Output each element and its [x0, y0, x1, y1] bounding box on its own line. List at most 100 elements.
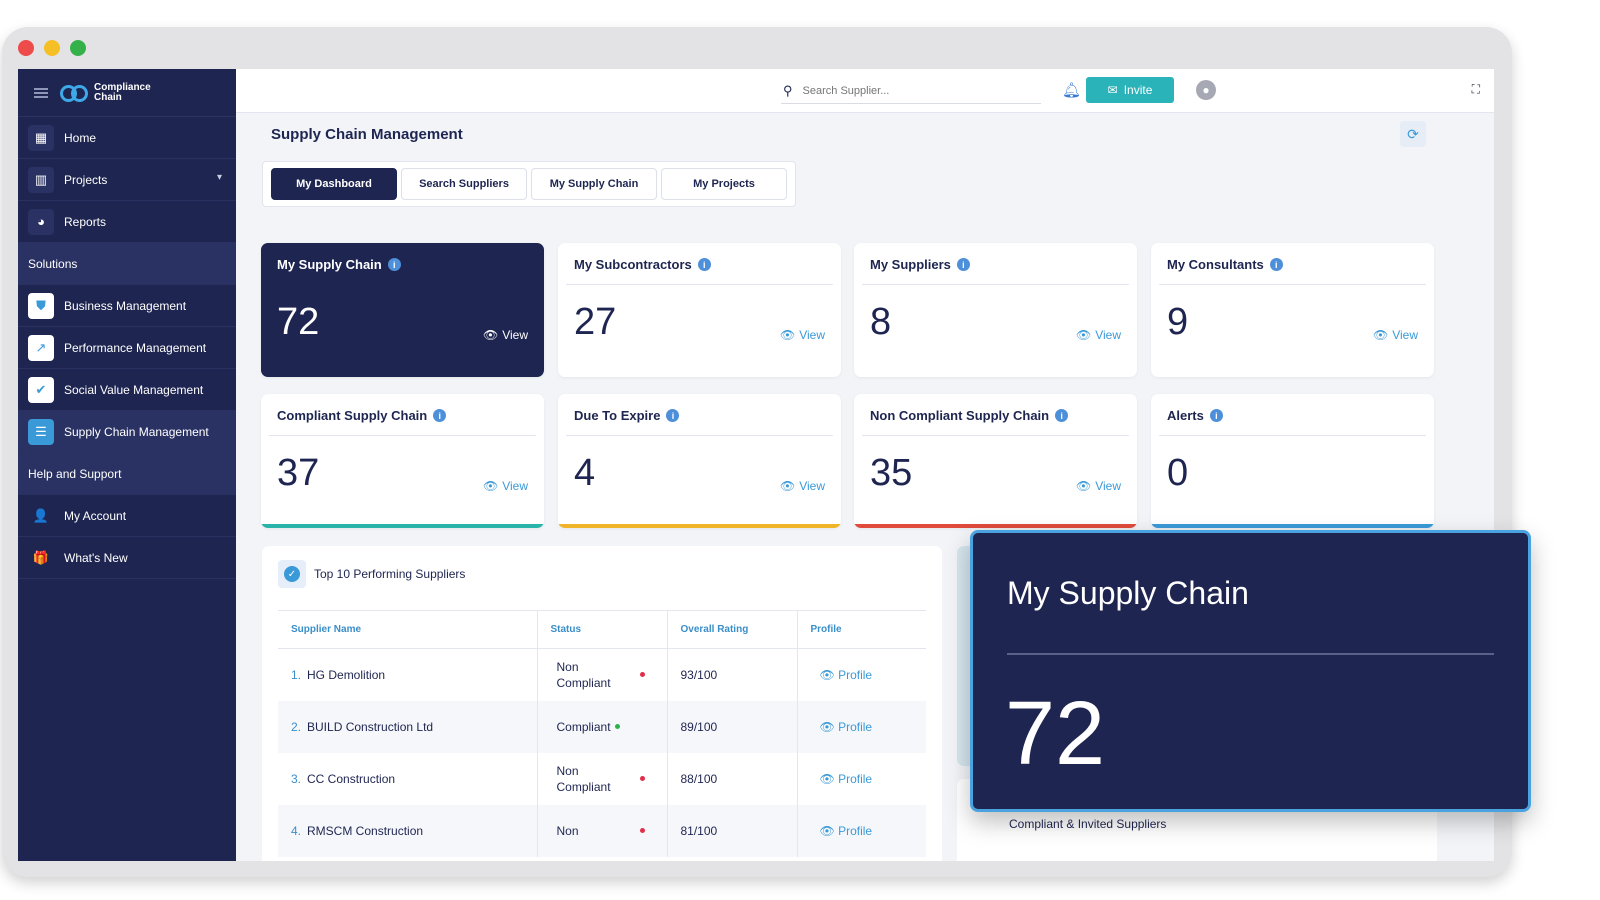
supplier-name-cell: 1. HG Demolition — [278, 648, 538, 701]
view-link[interactable]: 👁︎ View — [483, 328, 528, 342]
status-cell: Non Compliant — [537, 752, 668, 805]
callout-title: My Supply Chain — [1007, 575, 1249, 611]
card-value: 8 — [870, 301, 892, 343]
mail-icon: ✉ — [1107, 83, 1118, 97]
card-divider — [566, 284, 833, 285]
eye-icon: 👁︎ — [1372, 328, 1389, 342]
sidebar-item-projects[interactable]: ▥ Projects ▾ — [18, 159, 236, 201]
rating-cell: 93/100 — [667, 648, 798, 701]
column-header-status[interactable]: Status — [537, 610, 668, 649]
supplier-name: BUILD Construction Ltd — [307, 719, 434, 734]
rating-cell: 81/100 — [667, 804, 798, 857]
status-cell: Non — [537, 804, 668, 857]
card-non-compliant-supply-chain[interactable]: Non Compliant Supply Chain i 35 👁︎ View — [854, 394, 1137, 528]
card-accent-bar — [558, 524, 841, 528]
row-number: 3. — [291, 771, 302, 786]
sidebar-item-reports[interactable]: ◕ Reports — [18, 201, 236, 243]
table-row: 1. HG Demolition Non Compliant 93/100 👁︎ … — [278, 648, 926, 701]
info-icon[interactable]: i — [1055, 409, 1069, 422]
card-compliant-supply-chain[interactable]: Compliant Supply Chain i 37 👁︎ View — [261, 394, 544, 528]
table-row: 4. RMSCM Construction Non 81/100 👁︎ Profi… — [278, 804, 926, 857]
tab-search-suppliers[interactable]: Search Suppliers — [401, 168, 527, 200]
sidebar-item-social-value-management[interactable]: ✔ Social Value Management — [18, 369, 236, 411]
info-icon[interactable]: i — [433, 409, 447, 422]
card-my-supply-chain[interactable]: My Supply Chain i 72 👁︎ View — [261, 243, 544, 377]
card-title-text: Non Compliant Supply Chain — [870, 408, 1050, 423]
column-header-profile[interactable]: Profile — [797, 610, 926, 649]
logo-icon — [60, 83, 90, 103]
info-icon[interactable]: i — [387, 258, 401, 271]
sidebar-item-label: Business Management — [64, 298, 187, 313]
hamburger-menu-icon[interactable] — [34, 87, 48, 98]
sidebar-item-business-management[interactable]: ⛊ Business Management — [18, 285, 236, 327]
invite-button[interactable]: ✉ Invite — [1086, 77, 1174, 103]
column-header-supplier-name[interactable]: Supplier Name — [278, 610, 538, 649]
card-title: My Supply Chain i — [277, 257, 401, 272]
info-icon[interactable]: i — [1209, 409, 1223, 422]
refresh-icon[interactable]: ⟳ — [1400, 121, 1426, 147]
card-my-subcontractors[interactable]: My Subcontractors i 27 👁︎ View — [558, 243, 841, 377]
view-link[interactable]: 👁︎ View — [1076, 479, 1121, 493]
card-title-text: My Suppliers — [870, 257, 951, 272]
bell-icon[interactable]: 🔔︎ — [1062, 81, 1081, 99]
check-badge-icon: ✓ — [278, 560, 306, 588]
card-value: 27 — [574, 301, 617, 343]
info-icon[interactable]: i — [697, 258, 711, 271]
column-header-overall-rating[interactable]: Overall Rating — [667, 610, 798, 649]
status-text: Compliant — [556, 719, 611, 734]
view-link[interactable]: 👁︎ View — [780, 479, 825, 493]
row-number: 4. — [291, 823, 302, 838]
card-value: 72 — [277, 301, 320, 343]
info-icon[interactable]: i — [1269, 258, 1283, 271]
building-icon: ▥ — [28, 166, 54, 193]
chevron-down-icon[interactable]: ▾ — [217, 172, 222, 183]
eye-icon: 👁︎ — [819, 667, 839, 682]
card-my-consultants[interactable]: My Consultants i 9 👁︎ View — [1151, 243, 1434, 377]
view-link[interactable]: 👁︎ View — [1373, 328, 1418, 342]
sidebar-item-my-account[interactable]: 👤 My Account — [18, 495, 236, 537]
eye-icon: 👁︎ — [482, 479, 499, 493]
card-alerts[interactable]: Alerts i 0 — [1151, 394, 1434, 528]
view-link[interactable]: 👁︎ View — [1076, 328, 1121, 342]
status-dot-icon — [639, 828, 645, 833]
card-value: 37 — [277, 452, 320, 494]
card-divider — [269, 435, 536, 436]
search-input[interactable] — [802, 84, 1023, 97]
close-window-button[interactable] — [18, 40, 34, 56]
avatar[interactable]: ● — [1196, 80, 1216, 100]
profile-link[interactable]: 👁︎ Profile — [797, 753, 926, 805]
minimize-window-button[interactable] — [44, 40, 60, 56]
tab-my-dashboard[interactable]: My Dashboard — [271, 168, 397, 200]
view-link[interactable]: 👁︎ View — [483, 479, 528, 493]
check-icon: ✔ — [28, 376, 54, 403]
card-title-text: My Subcontractors — [574, 257, 692, 272]
info-icon[interactable]: i — [956, 258, 970, 271]
view-link[interactable]: 👁︎ View — [780, 328, 825, 342]
maximize-window-button[interactable] — [70, 40, 86, 56]
view-label: View — [502, 328, 528, 342]
table-row: 3. CC Construction Non Compliant 88/100 👁… — [278, 752, 926, 805]
status-dot-icon — [639, 776, 645, 781]
tab-my-projects[interactable]: My Projects — [661, 168, 787, 200]
status-text: Non — [556, 823, 579, 838]
card-due-to-expire[interactable]: Due To Expire i 4 👁︎ View — [558, 394, 841, 528]
info-icon[interactable]: i — [666, 409, 680, 422]
sidebar-item-whats-new[interactable]: 🎁 What's New — [18, 537, 236, 579]
card-my-suppliers[interactable]: My Suppliers i 8 👁︎ View — [854, 243, 1137, 377]
invite-label: Invite — [1123, 83, 1153, 97]
profile-link[interactable]: 👁︎ Profile — [797, 649, 926, 701]
sidebar-item-home[interactable]: ▦ Home — [18, 117, 236, 159]
sidebar-item-supply-chain-management[interactable]: ☰ Supply Chain Management — [18, 411, 236, 453]
fullscreen-icon[interactable]: ⛶ — [1472, 82, 1480, 97]
search-icon[interactable]: ⚲ — [783, 83, 793, 99]
profile-link[interactable]: 👁︎ Profile — [797, 700, 926, 753]
row-number: 1. — [291, 667, 302, 682]
sidebar-item-performance-management[interactable]: ↗ Performance Management — [18, 327, 236, 369]
tab-my-supply-chain[interactable]: My Supply Chain — [531, 168, 657, 200]
supplier-name-cell: 2. BUILD Construction Ltd — [278, 700, 538, 753]
top-suppliers-title: Top 10 Performing Suppliers — [314, 567, 466, 581]
profile-link[interactable]: 👁︎ Profile — [797, 804, 926, 857]
user-cog-icon: 👤 — [32, 507, 50, 523]
sidebar-item-label: My Account — [64, 508, 127, 523]
shield-icon: ⛊ — [28, 292, 54, 319]
